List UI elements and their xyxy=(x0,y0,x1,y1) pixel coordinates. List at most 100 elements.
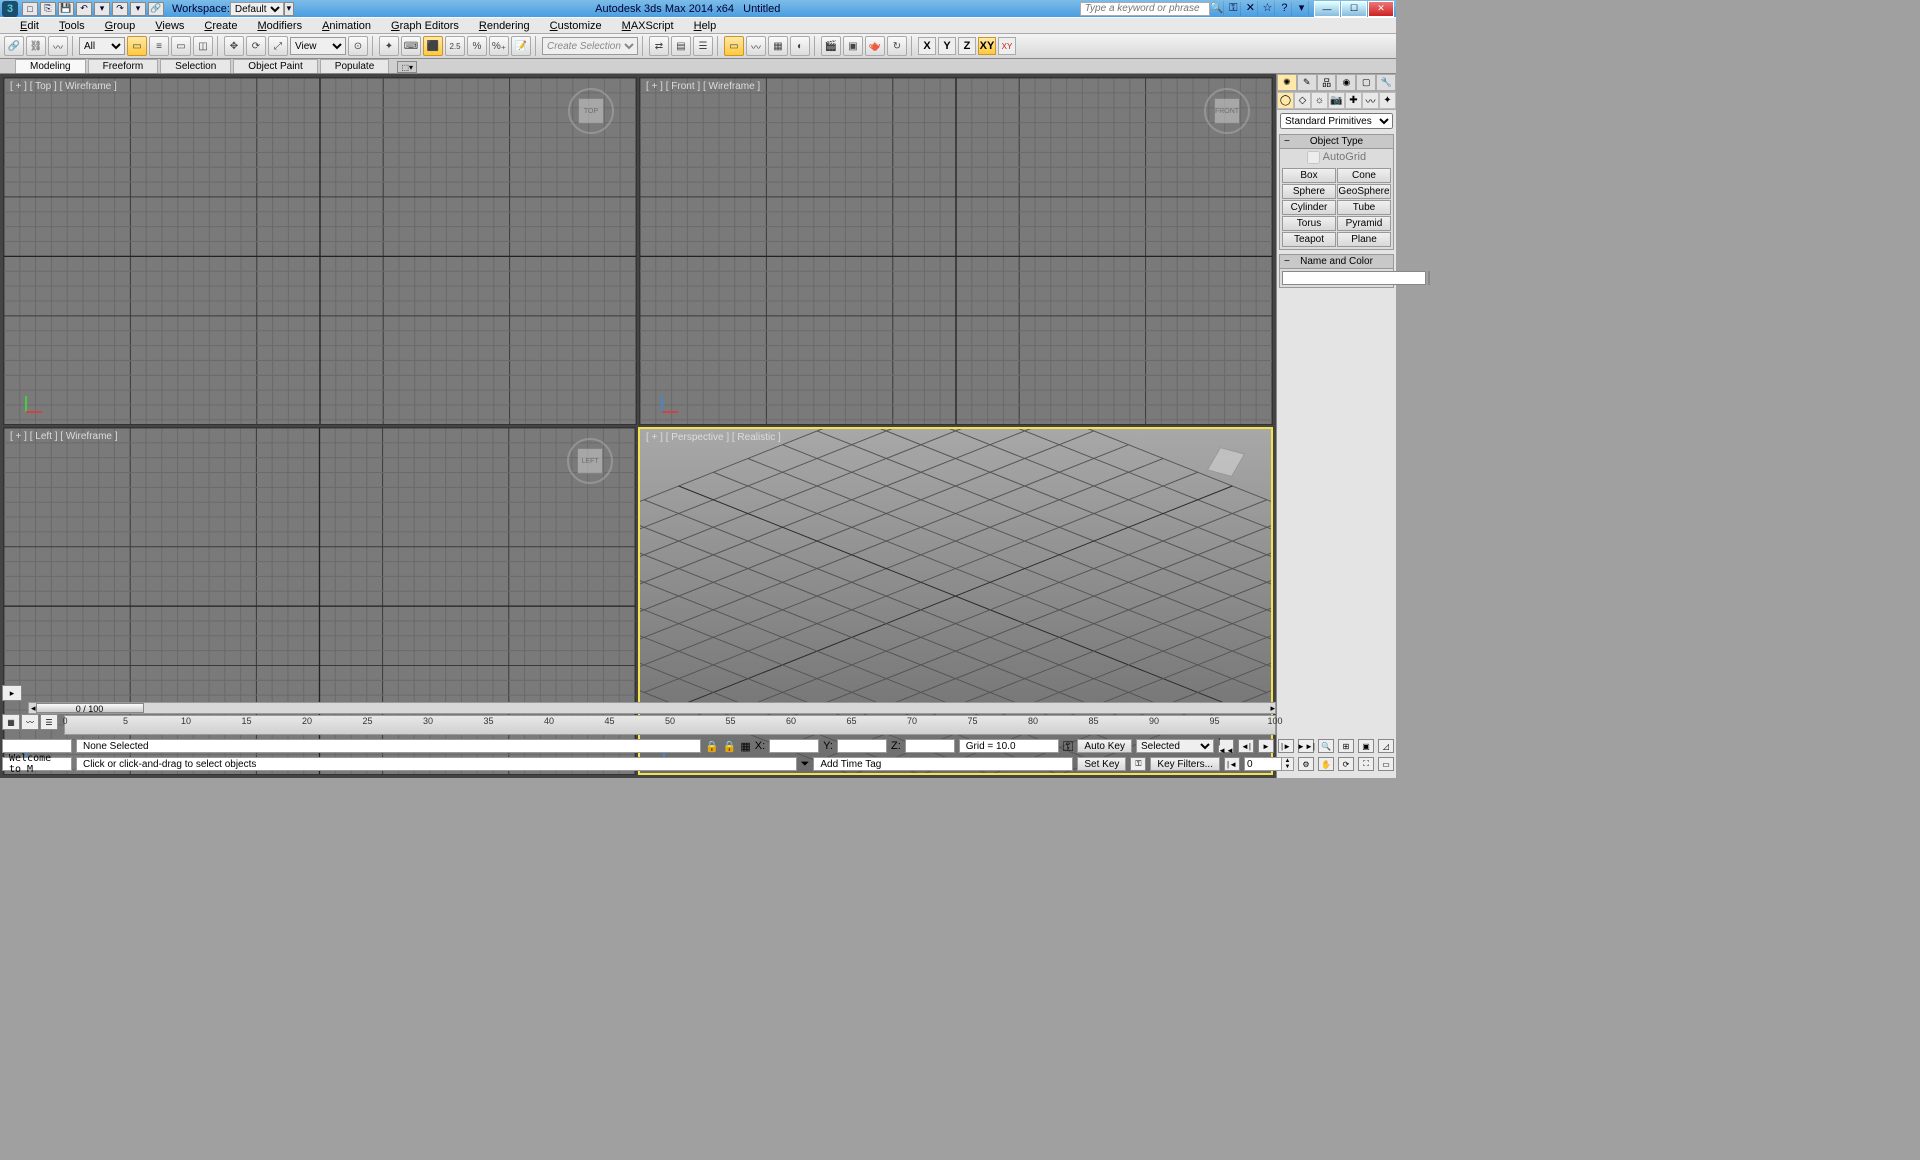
viewcube-icon[interactable]: TOP xyxy=(568,88,614,134)
nav-fov-icon[interactable]: ◿ xyxy=(1378,739,1394,753)
menu-animation[interactable]: Animation xyxy=(312,20,381,32)
schematic-view-icon[interactable]: ▦ xyxy=(768,36,788,56)
subscription-icon[interactable]: ⚿ xyxy=(1227,2,1241,16)
qat-undo-drop-icon[interactable]: ▾ xyxy=(94,2,110,16)
key-filters-button[interactable]: Key Filters... xyxy=(1150,757,1220,771)
track-bar[interactable]: 0510152025303540455055606570758085909510… xyxy=(64,715,1276,735)
prev-frame-icon[interactable]: ◄| xyxy=(1238,739,1254,753)
edit-named-sel-icon[interactable]: 📝 xyxy=(511,36,531,56)
hierarchy-tab-icon[interactable]: 品 xyxy=(1317,74,1337,91)
menu-graph-editors[interactable]: Graph Editors xyxy=(381,20,469,32)
window-crossing-icon[interactable]: ◫ xyxy=(193,36,213,56)
curve-editor-icon[interactable]: 〰 xyxy=(746,36,766,56)
mirror-icon[interactable]: ⇄ xyxy=(649,36,669,56)
maximize-button[interactable]: ☐ xyxy=(1341,1,1367,17)
mini-curve-icon[interactable]: 〰 xyxy=(21,714,39,730)
constraint-xy-button[interactable]: XY xyxy=(978,37,996,55)
viewport-label[interactable]: [ + ] [ Top ] [ Wireframe ] xyxy=(10,81,117,92)
help-drop-icon[interactable]: ▾ xyxy=(1295,1,1309,15)
torus-button[interactable]: Torus xyxy=(1282,216,1336,231)
create-tab-icon[interactable]: ✺ xyxy=(1277,74,1297,91)
nav-zoom-icon[interactable]: 🔍 xyxy=(1318,739,1334,753)
nav-region-zoom-icon[interactable]: ▭ xyxy=(1378,757,1394,771)
utilities-tab-icon[interactable]: 🔧 xyxy=(1376,74,1396,91)
ribbon-toggle-icon[interactable]: ▭ xyxy=(724,36,744,56)
unlink-icon[interactable]: ⛓ xyxy=(26,36,46,56)
time-tag-icon[interactable]: ⏷ xyxy=(801,758,810,771)
favorite-icon[interactable]: ☆ xyxy=(1261,1,1275,15)
menu-group[interactable]: Group xyxy=(95,20,146,32)
next-frame-icon[interactable]: |► xyxy=(1278,739,1294,753)
help-icon[interactable]: ? xyxy=(1278,2,1292,16)
rect-select-region-icon[interactable]: ▭ xyxy=(171,36,191,56)
geosphere-button[interactable]: GeoSphere xyxy=(1337,184,1391,199)
key-mode-select[interactable]: Selected xyxy=(1136,739,1214,753)
menu-maxscript[interactable]: MAXScript xyxy=(612,20,684,32)
viewport-label[interactable]: [ + ] [ Perspective ] [ Realistic ] xyxy=(646,432,781,443)
select-manipulate-icon[interactable]: ✦ xyxy=(379,36,399,56)
rollout-header[interactable]: Name and Color xyxy=(1280,255,1393,269)
qat-undo-icon[interactable]: ↶ xyxy=(76,2,92,16)
workspace-select[interactable]: Default xyxy=(230,2,284,16)
percent-snap-icon[interactable]: % xyxy=(467,36,487,56)
select-scale-icon[interactable]: ⤢ xyxy=(268,36,288,56)
qat-open-icon[interactable]: ⎘ xyxy=(40,2,56,16)
viewport-front[interactable]: [ + ] [ Front ] [ Wireframe ] FRONT xyxy=(639,77,1273,425)
keyboard-shortcut-icon[interactable]: ⌨ xyxy=(401,36,421,56)
select-object-icon[interactable]: ▭ xyxy=(127,36,147,56)
select-rotate-icon[interactable]: ⟳ xyxy=(246,36,266,56)
time-config-icon[interactable]: |◄ xyxy=(1224,757,1240,771)
constraint-z-button[interactable]: Z xyxy=(958,37,976,55)
trackbar-layout-icon[interactable]: ☰ xyxy=(40,714,58,730)
box-button[interactable]: Box xyxy=(1282,168,1336,183)
plane-button[interactable]: Plane xyxy=(1337,232,1391,247)
time-tag-field[interactable]: Add Time Tag xyxy=(813,757,1073,771)
display-tab-icon[interactable]: ▢ xyxy=(1356,74,1376,91)
coord-z-input[interactable] xyxy=(905,739,955,753)
tab-populate[interactable]: Populate xyxy=(320,59,389,73)
lock-selection-icon[interactable]: 🔒 xyxy=(705,740,719,753)
menu-rendering[interactable]: Rendering xyxy=(469,20,540,32)
exchange-icon[interactable]: ✕ xyxy=(1244,1,1258,15)
nav-orbit-icon[interactable]: ⟳ xyxy=(1338,757,1354,771)
viewcube-icon[interactable] xyxy=(1203,439,1249,485)
qat-save-icon[interactable]: 💾 xyxy=(58,2,74,16)
tab-object-paint[interactable]: Object Paint xyxy=(233,59,317,73)
set-key-button[interactable]: Set Key xyxy=(1077,757,1126,771)
link-icon[interactable]: 🔗 xyxy=(4,36,24,56)
align-icon[interactable]: ▤ xyxy=(671,36,691,56)
time-slider[interactable]: ◂ 0 / 100 ▸ xyxy=(28,702,1276,714)
cone-button[interactable]: Cone xyxy=(1337,168,1391,183)
render-setup-icon[interactable]: 🎬 xyxy=(821,36,841,56)
motion-tab-icon[interactable]: ◉ xyxy=(1336,74,1356,91)
current-frame-spinner[interactable]: ▲▼ xyxy=(1244,757,1294,771)
isolate-icon[interactable]: ▦ xyxy=(740,740,750,753)
layer-manager-icon[interactable]: ☰ xyxy=(693,36,713,56)
set-key-large-icon[interactable]: ⚿ xyxy=(1130,757,1146,771)
helpers-cat-icon[interactable]: ✚ xyxy=(1345,92,1362,109)
teapot-button[interactable]: Teapot xyxy=(1282,232,1336,247)
shapes-cat-icon[interactable]: ◇ xyxy=(1294,92,1311,109)
snap-toggle-icon[interactable]: ⬛ xyxy=(423,36,443,56)
viewport-top[interactable]: [ + ] [ Top ] [ Wireframe ] TOP xyxy=(3,77,637,425)
menu-tools[interactable]: Tools xyxy=(49,20,95,32)
rollout-header[interactable]: Object Type xyxy=(1280,135,1393,149)
transform-gizmo-icon[interactable]: ⚿ xyxy=(1063,738,1074,755)
ref-coord-select[interactable]: View xyxy=(290,37,346,55)
spinner-down-icon[interactable]: ▼ xyxy=(1281,764,1293,770)
selection-filter-select[interactable]: All xyxy=(79,37,125,55)
constraint-indicator-icon[interactable]: XY xyxy=(998,37,1016,55)
viewport-label[interactable]: [ + ] [ Front ] [ Wireframe ] xyxy=(646,81,760,92)
play-anim-icon[interactable]: ► xyxy=(1258,739,1274,753)
render-production-icon[interactable]: 🫖 xyxy=(865,36,885,56)
pivot-center-icon[interactable]: ⊙ xyxy=(348,36,368,56)
object-color-swatch[interactable] xyxy=(1428,271,1430,285)
qat-new-icon[interactable]: □ xyxy=(22,2,38,16)
help-search-input[interactable] xyxy=(1080,2,1210,16)
autogrid-checkbox[interactable] xyxy=(1307,151,1320,164)
tab-selection[interactable]: Selection xyxy=(160,59,231,73)
cameras-cat-icon[interactable]: 📷 xyxy=(1328,92,1345,109)
sphere-button[interactable]: Sphere xyxy=(1282,184,1336,199)
search-go-icon[interactable]: 🔍 xyxy=(1210,1,1224,15)
viewcube-icon[interactable]: FRONT xyxy=(1204,88,1250,134)
